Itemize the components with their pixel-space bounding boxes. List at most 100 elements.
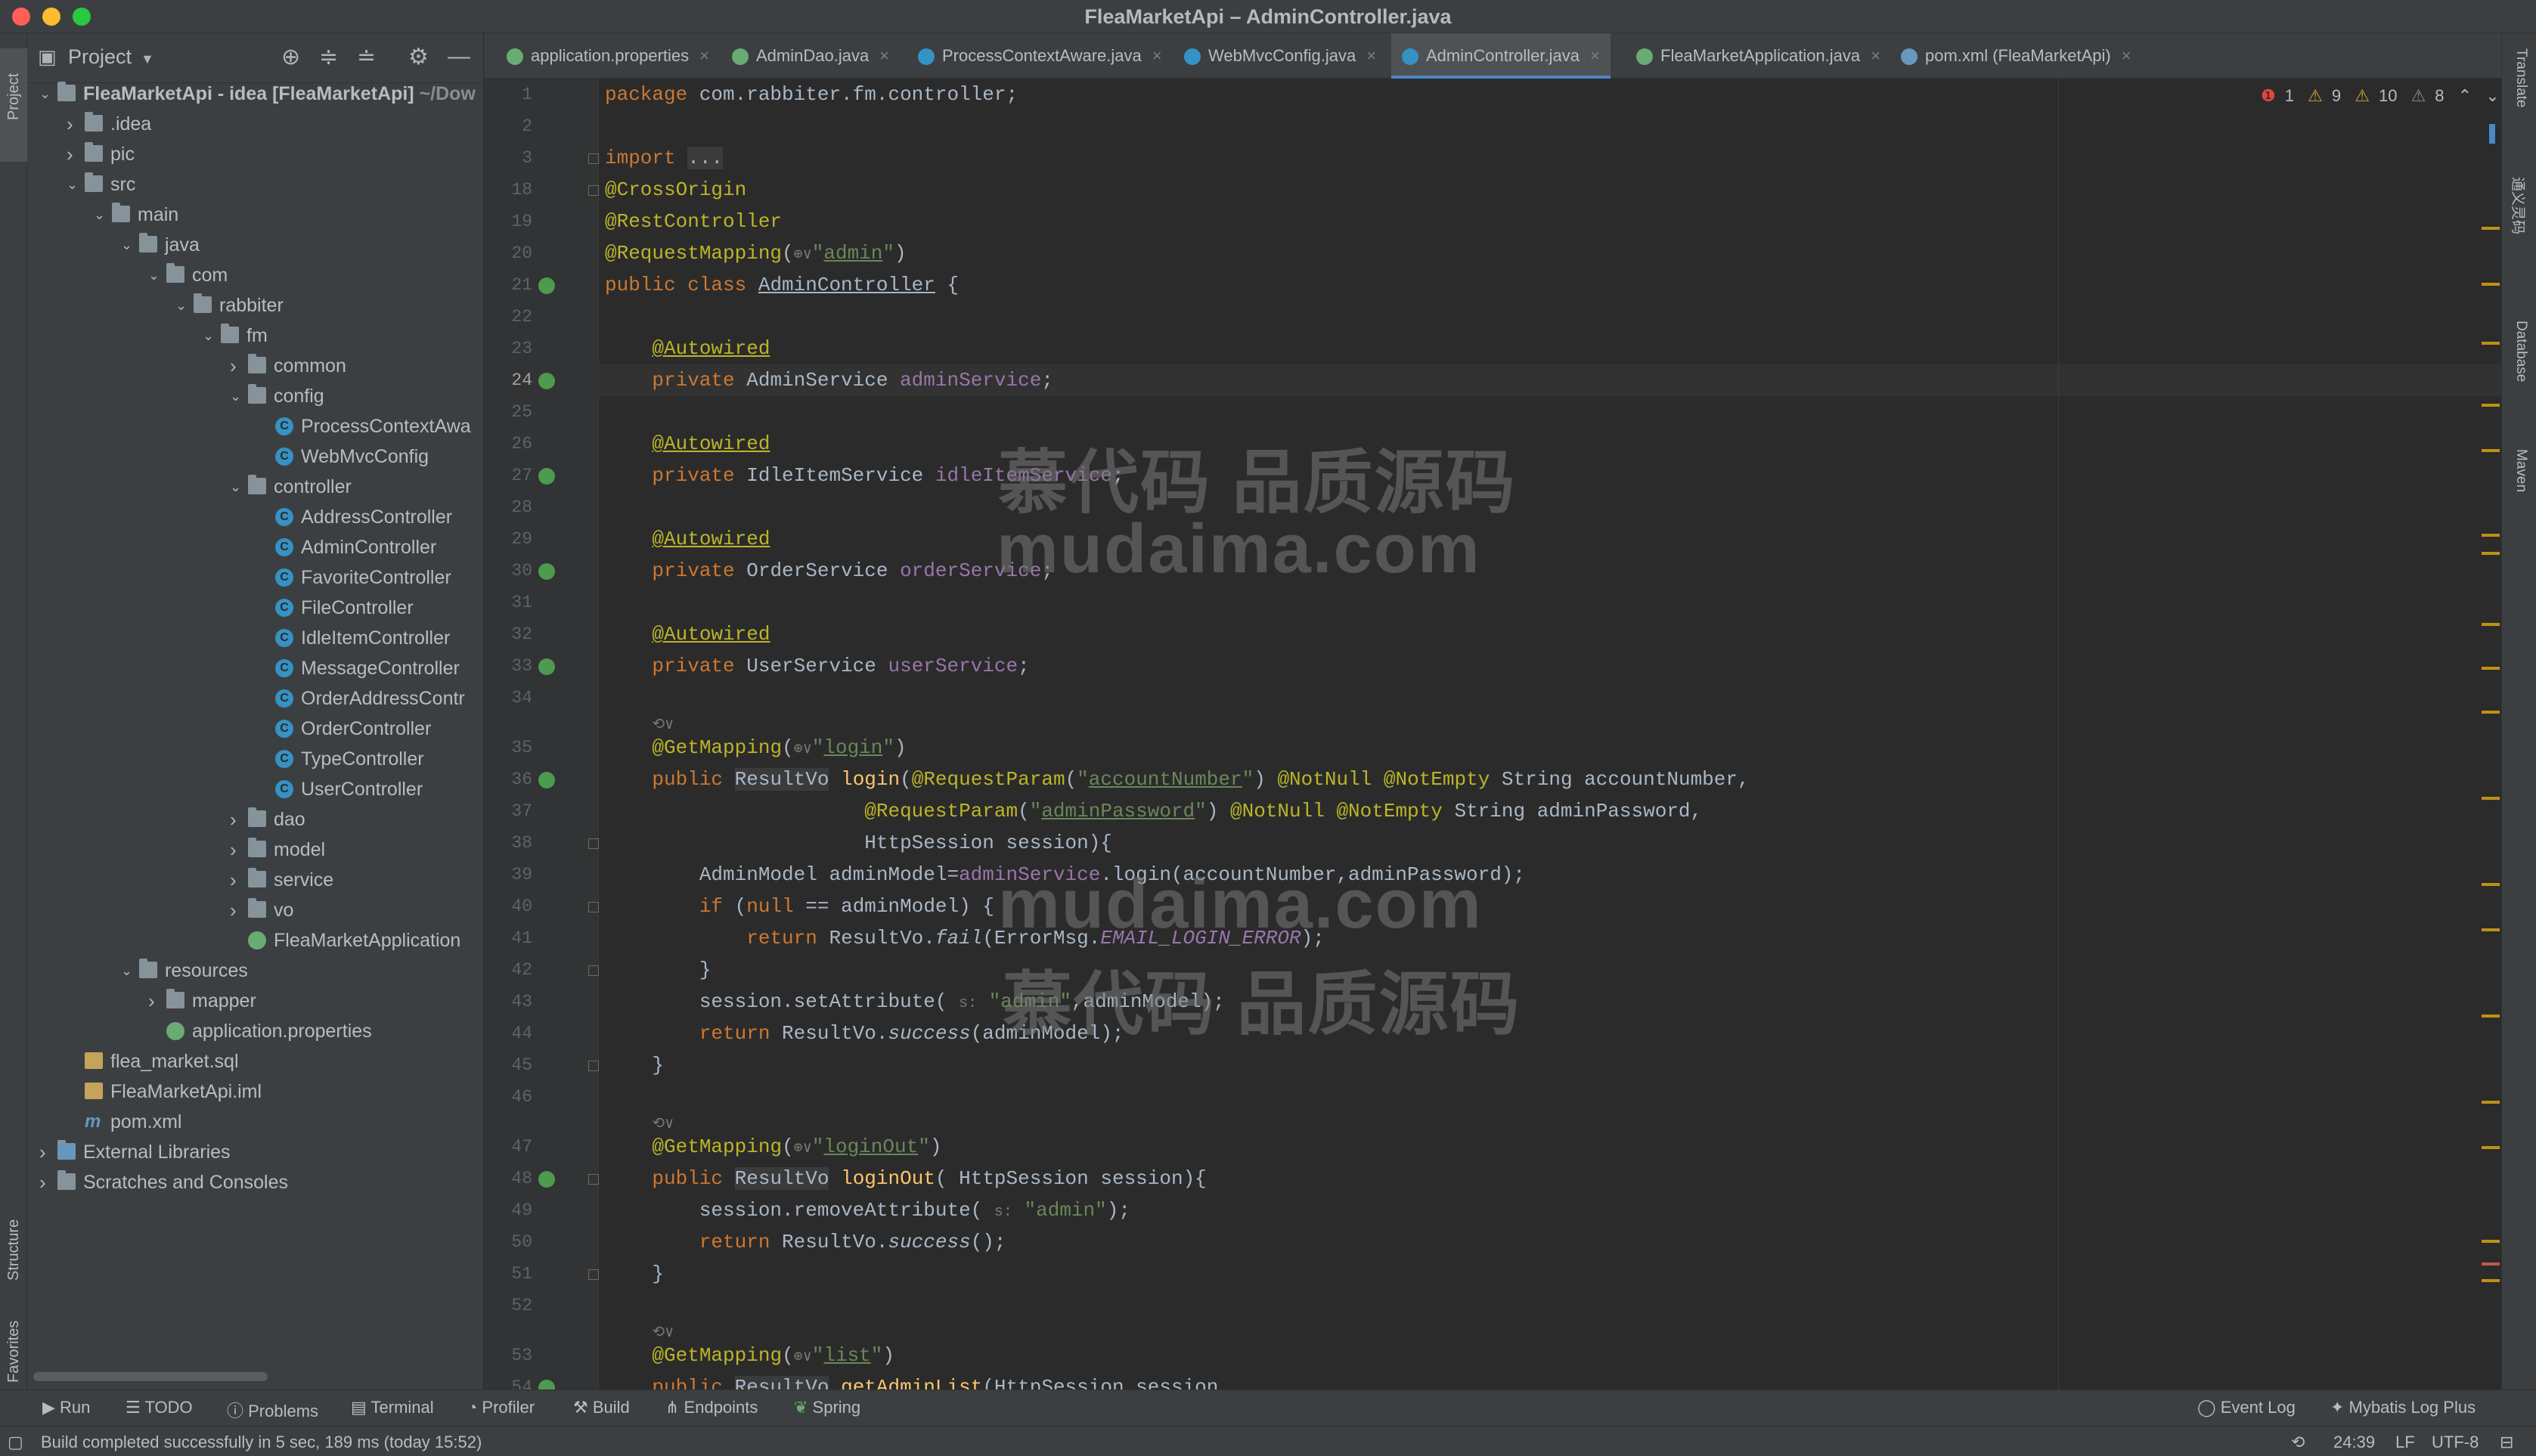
- line-number[interactable]: 31: [484, 593, 532, 612]
- close-icon[interactable]: ×: [699, 46, 709, 65]
- tree-item[interactable]: FleaMarketApplication: [27, 925, 483, 956]
- line-number[interactable]: 53: [484, 1346, 532, 1365]
- line-separator[interactable]: LF: [2395, 1433, 2415, 1452]
- line-number[interactable]: 28: [484, 497, 532, 517]
- close-icon[interactable]: ×: [1871, 46, 1880, 65]
- file-encoding[interactable]: UTF-8: [2432, 1433, 2479, 1452]
- fold-icon[interactable]: [588, 965, 599, 976]
- chevron-right-icon[interactable]: ›: [230, 804, 245, 835]
- error-stripe-mark[interactable]: [2482, 883, 2500, 886]
- horizontal-scrollbar[interactable]: [33, 1372, 268, 1381]
- code-line[interactable]: @GetMapping(⊕∨"loginOut"): [605, 1131, 941, 1163]
- tree-item[interactable]: C OrderAddressContr: [27, 683, 483, 714]
- line-number[interactable]: 47: [484, 1137, 532, 1157]
- code-line[interactable]: package com.rabbiter.fm.controller;: [605, 79, 1018, 110]
- code-line[interactable]: public ResultVo login(@RequestParam("acc…: [605, 764, 1750, 795]
- code-line[interactable]: @Autowired: [605, 428, 770, 460]
- close-icon[interactable]: ×: [2122, 46, 2131, 65]
- expand-all-icon[interactable]: ≑: [319, 44, 338, 70]
- inspections-widget[interactable]: ❶1 ⚠ 9 ⚠ 10 ⚠ 8 ⌃ ⌄: [2261, 86, 2509, 112]
- line-number[interactable]: 43: [484, 992, 532, 1011]
- code-line[interactable]: @GetMapping(⊕∨"login"): [605, 732, 906, 764]
- tree-item[interactable]: C ProcessContextAwa: [27, 411, 483, 441]
- line-number[interactable]: 35: [484, 738, 532, 757]
- error-stripe-mark[interactable]: [2482, 667, 2500, 670]
- tree-item[interactable]: ⌄ config: [27, 381, 483, 411]
- editor-tab[interactable]: AdminDao.java ×: [721, 33, 900, 79]
- tree-item[interactable]: m pom.xml: [27, 1107, 483, 1137]
- chevron-down-icon[interactable]: ⌄: [121, 230, 136, 260]
- line-number[interactable]: 21: [484, 275, 532, 295]
- chevron-right-icon[interactable]: ›: [67, 139, 82, 169]
- fold-icon[interactable]: [588, 185, 599, 196]
- spring-bean-icon[interactable]: [538, 1171, 555, 1188]
- tree-item[interactable]: C UserController: [27, 774, 483, 804]
- tree-item[interactable]: flea_market.sql: [27, 1046, 483, 1077]
- error-stripe-mark[interactable]: [2482, 342, 2500, 345]
- code-line[interactable]: @CrossOrigin: [605, 174, 746, 206]
- structure-tool-tab[interactable]: Structure: [0, 1152, 27, 1288]
- line-number[interactable]: 3: [484, 148, 532, 168]
- tree-item[interactable]: › External Libraries: [27, 1137, 483, 1167]
- tree-item[interactable]: ⌄ src: [27, 169, 483, 200]
- caret-position[interactable]: 24:39: [2333, 1433, 2375, 1452]
- event-log-button[interactable]: ◯ Event Log: [2197, 1398, 2296, 1417]
- run-tool-button[interactable]: ▶ Run: [42, 1398, 90, 1417]
- tree-item[interactable]: C FileController: [27, 593, 483, 623]
- line-number[interactable]: 25: [484, 402, 532, 422]
- terminal-tool-button[interactable]: ▤ Terminal: [351, 1398, 434, 1417]
- tree-item[interactable]: › model: [27, 835, 483, 865]
- database-tool-tab[interactable]: Database: [2513, 321, 2529, 382]
- editor-tab[interactable]: application.properties ×: [496, 33, 720, 79]
- line-number[interactable]: 50: [484, 1232, 532, 1252]
- chevron-right-icon[interactable]: ›: [39, 1137, 54, 1167]
- line-number[interactable]: 1: [484, 85, 532, 104]
- lock-icon[interactable]: ⊟: [2500, 1433, 2513, 1452]
- tree-item[interactable]: C TypeController: [27, 744, 483, 774]
- code-line[interactable]: import ...: [605, 142, 724, 174]
- line-number[interactable]: 23: [484, 339, 532, 358]
- line-number[interactable]: 44: [484, 1024, 532, 1043]
- error-stripe-mark[interactable]: [2482, 1146, 2500, 1149]
- tree-item[interactable]: ⌄ controller: [27, 472, 483, 502]
- line-number[interactable]: 29: [484, 529, 532, 549]
- tree-item[interactable]: ⌄ rabbiter: [27, 290, 483, 321]
- gear-icon[interactable]: ⚙: [408, 44, 429, 70]
- tree-item[interactable]: ⌄ java: [27, 230, 483, 260]
- chevron-down-icon[interactable]: ⌄: [230, 381, 245, 411]
- line-number[interactable]: 37: [484, 801, 532, 821]
- editor-tab[interactable]: WebMvcConfig.java ×: [1173, 33, 1387, 79]
- tree-item[interactable]: › mapper: [27, 986, 483, 1016]
- translate-tool-tab[interactable]: Translate: [2513, 48, 2529, 108]
- code-line[interactable]: @RestController: [605, 206, 782, 237]
- code-line[interactable]: public ResultVo loginOut( HttpSession se…: [605, 1163, 1207, 1194]
- tree-item[interactable]: › dao: [27, 804, 483, 835]
- chevron-right-icon[interactable]: ›: [230, 895, 245, 925]
- code-line[interactable]: @GetMapping(⊕∨"list"): [605, 1340, 894, 1371]
- line-number[interactable]: 20: [484, 243, 532, 263]
- spring-bean-icon[interactable]: [538, 1380, 555, 1389]
- tree-item[interactable]: › common: [27, 351, 483, 381]
- fold-icon[interactable]: [588, 902, 599, 912]
- line-number[interactable]: 40: [484, 897, 532, 916]
- status-panel-icon[interactable]: ▢: [8, 1433, 23, 1452]
- chevron-down-icon[interactable]: ⌄: [2485, 86, 2499, 105]
- favorites-tool-tab[interactable]: Favorites: [0, 1288, 27, 1386]
- editor-tab[interactable]: ProcessContextAware.java ×: [907, 33, 1173, 79]
- line-number[interactable]: 46: [484, 1087, 532, 1107]
- error-stripe-mark-red[interactable]: [2482, 1262, 2500, 1265]
- spring-bean-icon[interactable]: [538, 658, 555, 675]
- error-stripe-mark[interactable]: [2482, 1015, 2500, 1018]
- fold-icon[interactable]: [588, 1269, 599, 1280]
- line-number[interactable]: 34: [484, 688, 532, 708]
- chevron-down-icon[interactable]: ⌄: [230, 472, 245, 502]
- fold-icon[interactable]: [588, 838, 599, 849]
- chevron-right-icon[interactable]: ›: [230, 351, 245, 381]
- code-line[interactable]: }: [605, 1049, 664, 1081]
- close-icon[interactable]: ×: [1152, 46, 1162, 65]
- code-line[interactable]: }: [605, 1258, 664, 1290]
- collapse-all-icon[interactable]: ≐: [357, 44, 376, 70]
- spring-bean-icon[interactable]: [538, 468, 555, 485]
- editor-tab[interactable]: FleaMarketApplication.java ×: [1626, 33, 1891, 79]
- line-number[interactable]: 36: [484, 770, 532, 789]
